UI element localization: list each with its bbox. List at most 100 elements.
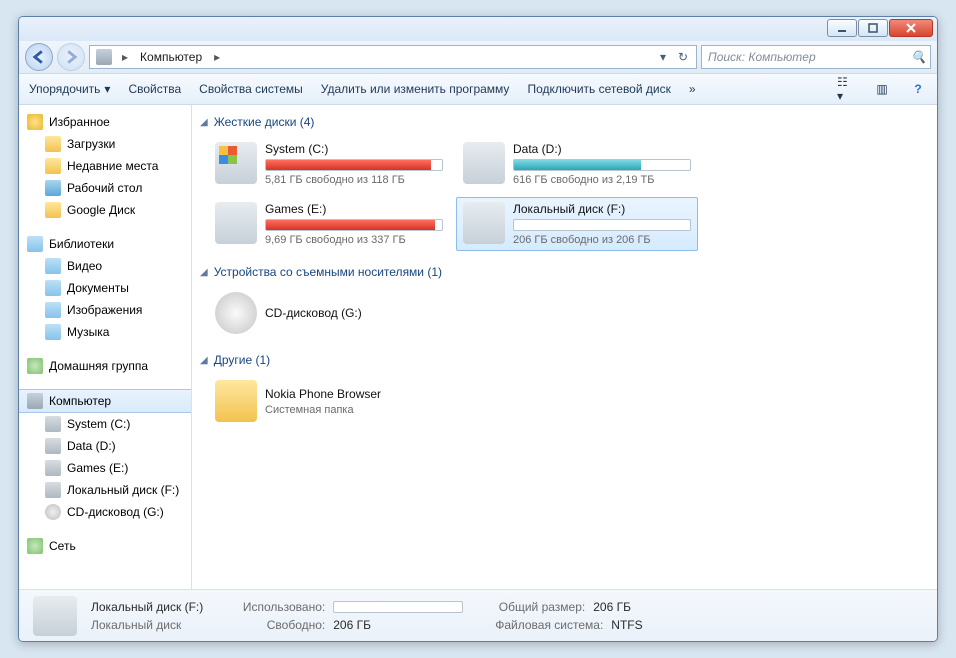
sidebar-item-drive-c[interactable]: System (C:) xyxy=(19,413,191,435)
sidebar-item-drive-d[interactable]: Data (D:) xyxy=(19,435,191,457)
sidebar-item-desktop[interactable]: Рабочий стол xyxy=(19,177,191,199)
map-drive-button[interactable]: Подключить сетевой диск xyxy=(527,82,670,96)
nav-row: ▸ Компьютер ▸ ▾ ↻ Поиск: Компьютер 🔍 xyxy=(19,41,937,73)
drive-name: System (C:) xyxy=(265,142,443,156)
computer-icon xyxy=(27,393,43,409)
folder-icon xyxy=(215,380,257,422)
desktop-icon xyxy=(45,180,61,196)
status-fs-label: Файловая система: xyxy=(495,618,603,632)
maximize-button[interactable] xyxy=(858,19,888,37)
section-removable[interactable]: ◢Устройства со съемными носителями (1) xyxy=(200,265,927,279)
crumb-computer[interactable]: Компьютер xyxy=(134,50,208,64)
main-pane: ◢Жесткие диски (4) System (C:) 5,81 ГБ с… xyxy=(192,105,937,589)
sidebar-item-pictures[interactable]: Изображения xyxy=(19,299,191,321)
star-icon xyxy=(27,114,43,130)
drive-icon xyxy=(45,482,61,498)
drive-icon xyxy=(45,460,61,476)
status-used-label: Использовано: xyxy=(235,600,325,614)
status-fs-value: NTFS xyxy=(611,618,642,632)
back-button[interactable] xyxy=(25,43,53,71)
close-button[interactable] xyxy=(889,19,933,37)
sidebar-network[interactable]: Сеть xyxy=(19,535,191,557)
folder-icon xyxy=(45,136,61,152)
pictures-icon xyxy=(45,302,61,318)
search-input[interactable]: Поиск: Компьютер 🔍 xyxy=(701,45,931,69)
status-total-value: 206 ГБ xyxy=(593,600,631,614)
drive-d[interactable]: Data (D:) 616 ГБ свободно из 2,19 ТБ xyxy=(456,137,698,191)
sidebar-homegroup[interactable]: Домашняя группа xyxy=(19,355,191,377)
toolbar-overflow[interactable]: » xyxy=(689,82,696,96)
status-free-value: 206 ГБ xyxy=(333,618,371,632)
search-icon[interactable]: 🔍 xyxy=(911,50,926,64)
properties-button[interactable]: Свойства xyxy=(128,82,181,96)
drive-name: Data (D:) xyxy=(513,142,691,156)
drive-icon xyxy=(463,202,505,244)
status-used-bar xyxy=(333,601,463,613)
preview-pane-icon[interactable]: ▥ xyxy=(873,80,891,98)
sidebar-item-drive-e[interactable]: Games (E:) xyxy=(19,457,191,479)
drive-g[interactable]: CD-дисковод (G:) xyxy=(208,287,450,339)
sidebar-computer[interactable]: Компьютер xyxy=(19,389,191,413)
collapse-icon: ◢ xyxy=(200,117,208,128)
sidebar: Избранное Загрузки Недавние места Рабочи… xyxy=(19,105,192,589)
usage-bar xyxy=(265,219,443,231)
drive-icon xyxy=(215,142,257,184)
other-nokia[interactable]: Nokia Phone Browser Системная папка xyxy=(208,375,450,427)
folder-icon xyxy=(45,202,61,218)
forward-button[interactable] xyxy=(57,43,85,71)
organize-menu[interactable]: Упорядочить ▾ xyxy=(29,82,110,96)
explorer-window: ▸ Компьютер ▸ ▾ ↻ Поиск: Компьютер 🔍 Упо… xyxy=(18,16,938,642)
drive-free: 5,81 ГБ свободно из 118 ГБ xyxy=(265,174,443,186)
search-placeholder: Поиск: Компьютер xyxy=(708,50,816,64)
section-other[interactable]: ◢Другие (1) xyxy=(200,353,927,367)
drive-free: 9,69 ГБ свободно из 337 ГБ xyxy=(265,234,443,246)
uninstall-button[interactable]: Удалить или изменить программу xyxy=(321,82,510,96)
computer-icon xyxy=(96,49,112,65)
section-hdd[interactable]: ◢Жесткие диски (4) xyxy=(200,115,927,129)
drive-c[interactable]: System (C:) 5,81 ГБ свободно из 118 ГБ xyxy=(208,137,450,191)
status-subtitle: Локальный диск xyxy=(91,618,181,632)
library-icon xyxy=(27,236,43,252)
title-bar xyxy=(19,17,937,41)
refresh-icon[interactable]: ↻ xyxy=(674,48,692,66)
cd-icon xyxy=(45,504,61,520)
documents-icon xyxy=(45,280,61,296)
status-total-label: Общий размер: xyxy=(495,600,585,614)
sidebar-item-video[interactable]: Видео xyxy=(19,255,191,277)
sidebar-item-downloads[interactable]: Загрузки xyxy=(19,133,191,155)
usage-bar xyxy=(265,159,443,171)
chevron-down-icon: ▾ xyxy=(104,82,110,96)
minimize-button[interactable] xyxy=(827,19,857,37)
address-dropdown-icon[interactable]: ▾ xyxy=(654,48,672,66)
drive-icon xyxy=(215,202,257,244)
drive-name: Games (E:) xyxy=(265,202,443,216)
drive-f[interactable]: Локальный диск (F:) 206 ГБ свободно из 2… xyxy=(456,197,698,251)
collapse-icon: ◢ xyxy=(200,267,208,278)
cd-icon xyxy=(215,292,257,334)
status-free-label: Свободно: xyxy=(235,618,325,632)
toolbar: Упорядочить ▾ Свойства Свойства системы … xyxy=(19,73,937,105)
drive-icon xyxy=(45,416,61,432)
drive-free: 616 ГБ свободно из 2,19 ТБ xyxy=(513,174,691,186)
sidebar-item-drive-g[interactable]: CD-дисковод (G:) xyxy=(19,501,191,523)
view-options-icon[interactable]: ☷ ▾ xyxy=(837,80,855,98)
address-bar[interactable]: ▸ Компьютер ▸ ▾ ↻ xyxy=(89,45,697,69)
sidebar-item-gdrive[interactable]: Google Диск xyxy=(19,199,191,221)
collapse-icon: ◢ xyxy=(200,355,208,366)
sidebar-favorites[interactable]: Избранное xyxy=(19,111,191,133)
drive-free: 206 ГБ свободно из 206 ГБ xyxy=(513,234,691,246)
sidebar-item-music[interactable]: Музыка xyxy=(19,321,191,343)
usage-bar xyxy=(513,159,691,171)
sidebar-item-recent[interactable]: Недавние места xyxy=(19,155,191,177)
sidebar-item-drive-f[interactable]: Локальный диск (F:) xyxy=(19,479,191,501)
help-icon[interactable]: ? xyxy=(909,80,927,98)
sidebar-item-documents[interactable]: Документы xyxy=(19,277,191,299)
system-properties-button[interactable]: Свойства системы xyxy=(199,82,303,96)
item-name: Nokia Phone Browser xyxy=(265,387,443,401)
homegroup-icon xyxy=(27,358,43,374)
video-icon xyxy=(45,258,61,274)
status-bar: Локальный диск (F:) Локальный диск Испол… xyxy=(19,589,937,641)
drive-e[interactable]: Games (E:) 9,69 ГБ свободно из 337 ГБ xyxy=(208,197,450,251)
usage-bar xyxy=(513,219,691,231)
sidebar-libraries[interactable]: Библиотеки xyxy=(19,233,191,255)
